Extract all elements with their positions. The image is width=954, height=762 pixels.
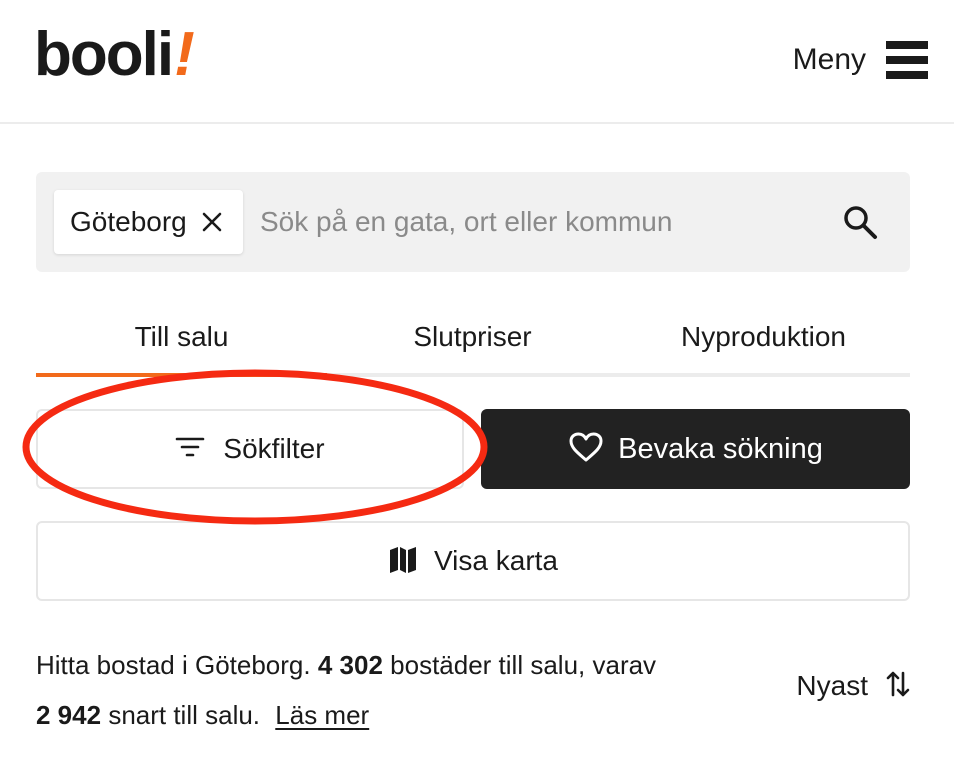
watch-search-button[interactable]: Bevaka sökning	[481, 409, 910, 489]
tab-till-salu[interactable]: Till salu	[36, 300, 327, 374]
map-icon	[388, 544, 418, 579]
summary-text-2: bostäder till salu, varav	[390, 650, 657, 680]
search-box: Göteborg	[36, 172, 910, 272]
sort-button[interactable]: Nyast	[796, 664, 910, 708]
search-filter-label: Sökfilter	[223, 433, 325, 464]
logo-text: booli	[34, 20, 174, 89]
listing-tabs: Till salu Slutpriser Nyproduktion	[36, 300, 910, 378]
menu-label: Meny	[792, 43, 866, 76]
search-filter-button[interactable]: Sökfilter	[36, 409, 464, 489]
hamburger-icon	[886, 39, 928, 81]
filter-lines-icon	[175, 436, 205, 463]
site-header: booli! Meny	[0, 0, 954, 124]
tab-slutpriser[interactable]: Slutpriser	[327, 300, 618, 374]
location-chip: Göteborg	[54, 190, 243, 254]
soon-for-sale-count: 2 942	[36, 700, 102, 730]
read-more-link[interactable]: Läs mer	[275, 700, 369, 730]
search-icon[interactable]	[840, 202, 880, 242]
heart-icon	[568, 431, 604, 468]
booli-logo[interactable]: booli!	[34, 20, 195, 89]
active-tab-indicator	[36, 373, 327, 377]
search-summary: Hitta bostad i Göteborg. 4 302 bostäder …	[36, 640, 736, 740]
location-chip-label: Göteborg	[70, 206, 187, 237]
sort-arrows-icon	[886, 669, 910, 704]
logo-exclamation: !	[174, 20, 195, 89]
search-input[interactable]	[260, 198, 820, 246]
tab-nyproduktion[interactable]: Nyproduktion	[618, 300, 909, 374]
sort-label: Nyast	[796, 670, 868, 701]
close-icon[interactable]	[201, 211, 223, 233]
summary-text-1: Hitta bostad i Göteborg.	[36, 650, 311, 680]
watch-search-label: Bevaka sökning	[618, 432, 823, 465]
show-map-button[interactable]: Visa karta	[36, 521, 910, 601]
show-map-label: Visa karta	[434, 545, 558, 576]
summary-text-3: snart till salu.	[108, 700, 261, 730]
menu-button[interactable]: Meny	[793, 36, 928, 84]
for-sale-count: 4 302	[317, 650, 383, 680]
